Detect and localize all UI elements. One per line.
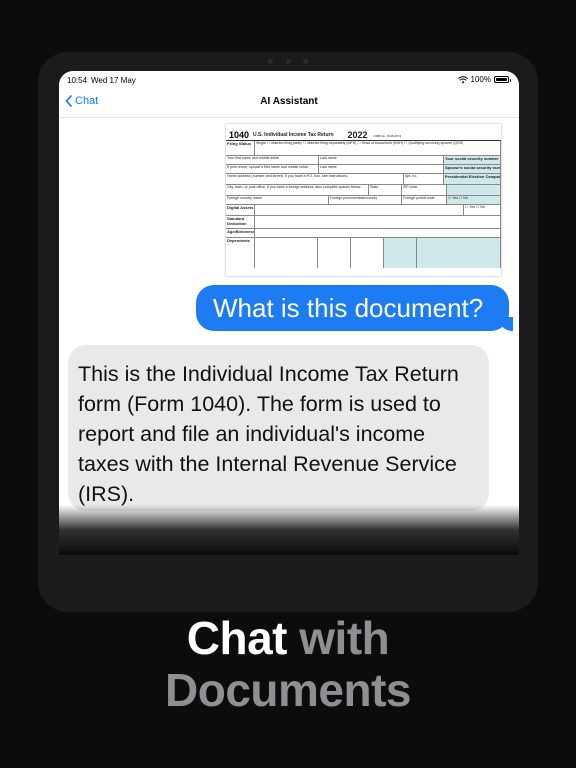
form-field-label: Foreign country name <box>226 196 329 204</box>
form-field-label: Foreign postal code <box>402 196 447 204</box>
bottom-fade <box>59 505 519 555</box>
navigation-bar: Chat AI Assistant <box>59 89 519 118</box>
form-field-label: Last name <box>319 156 444 164</box>
filing-option: Head of household (HOH) <box>361 141 404 145</box>
form-header: 1040 U.S. Individual Income Tax Return 2… <box>226 124 501 141</box>
promo-caption: Chat with Documents <box>0 612 576 716</box>
yes-label: Yes <box>469 205 476 209</box>
status-bar: 10:54 Wed 17 May 100% <box>59 71 519 89</box>
form-field-label: Apt. no. <box>404 174 444 184</box>
document-image[interactable]: 1040 U.S. Individual Income Tax Return 2… <box>226 124 501 276</box>
caption-with: with <box>299 612 390 664</box>
dependents-row: Dependents <box>226 238 501 268</box>
battery-icon <box>494 76 511 83</box>
form-row: Your first name and middle initial Last … <box>226 156 501 165</box>
form-field-label: Last name <box>319 165 444 173</box>
form-field-label: Foreign province/state/county <box>329 196 402 204</box>
wifi-icon <box>457 75 468 83</box>
caption-documents: Documents <box>165 664 411 716</box>
filing-option: Married filing jointly <box>271 141 302 145</box>
user-message-bubble: What is this document? <box>196 285 513 331</box>
filing-status-row: Filing Status Single ☐ Married filing jo… <box>226 141 501 156</box>
assistant-message-bubble: This is the Individual Income Tax Return… <box>68 345 489 511</box>
app-screen: 10:54 Wed 17 May 100% Chat AI Assistant … <box>59 71 519 551</box>
form-row: Foreign country name Foreign province/st… <box>226 196 501 205</box>
form-row: Standard Deduction <box>226 216 501 229</box>
form-row: If joint return, spouse's first name and… <box>226 165 501 174</box>
form-field-label: Spouse's social security number <box>444 165 501 173</box>
form-year: 2022 <box>347 130 368 140</box>
nav-title: AI Assistant <box>260 96 318 107</box>
camera-sensors <box>268 58 308 64</box>
form-row: Age/Blindness <box>226 229 501 238</box>
form-field-label: Presidential Election Campaign <box>444 174 501 184</box>
yes-label: Yes <box>452 196 459 200</box>
standard-deduction-label: Standard Deduction <box>226 216 255 228</box>
user-message-text: What is this document? <box>213 293 484 323</box>
form-number: 1040 <box>229 130 250 140</box>
form-field-label: If joint return, spouse's first name and… <box>226 165 319 173</box>
form-title: U.S. Individual Income Tax Return <box>253 132 334 138</box>
age-blindness-label: Age/Blindness <box>226 229 255 237</box>
form-field-label: ZIP code <box>402 185 447 195</box>
form-field-label: City, town, or post office. If you have … <box>226 185 369 195</box>
no-label: No <box>463 196 468 200</box>
filing-option: Married filing separately (MFS) <box>307 141 357 145</box>
form-field-label: Your social security number <box>444 156 501 164</box>
battery-percent: 100% <box>470 75 491 84</box>
filing-option: Single <box>256 141 266 145</box>
status-right: 100% <box>457 75 511 84</box>
form-row: City, town, or post office. If you have … <box>226 185 501 196</box>
status-date: Wed 17 May <box>91 76 136 85</box>
form-field-label: Home address (number and street). If you… <box>226 174 404 184</box>
form-row: Home address (number and street). If you… <box>226 174 501 185</box>
assistant-message-text: This is the Individual Income Tax Return… <box>78 362 459 506</box>
caption-chat: Chat <box>186 612 288 664</box>
form-field-label: Your first name and middle initial <box>226 156 319 164</box>
form-row: Digital Assets ☐ Yes ☐ No <box>226 205 501 216</box>
filing-status-label: Filing Status <box>226 141 255 155</box>
no-label: No <box>480 205 485 209</box>
filing-option: Qualifying surviving spouse (QSS) <box>408 141 464 145</box>
form-omb: OMB No. 1545-0074 <box>373 134 402 138</box>
dependents-label: Dependents <box>226 238 255 268</box>
form-field-label: State <box>369 185 402 195</box>
status-time: 10:54 <box>67 76 88 85</box>
digital-assets-label: Digital Assets <box>226 205 255 215</box>
